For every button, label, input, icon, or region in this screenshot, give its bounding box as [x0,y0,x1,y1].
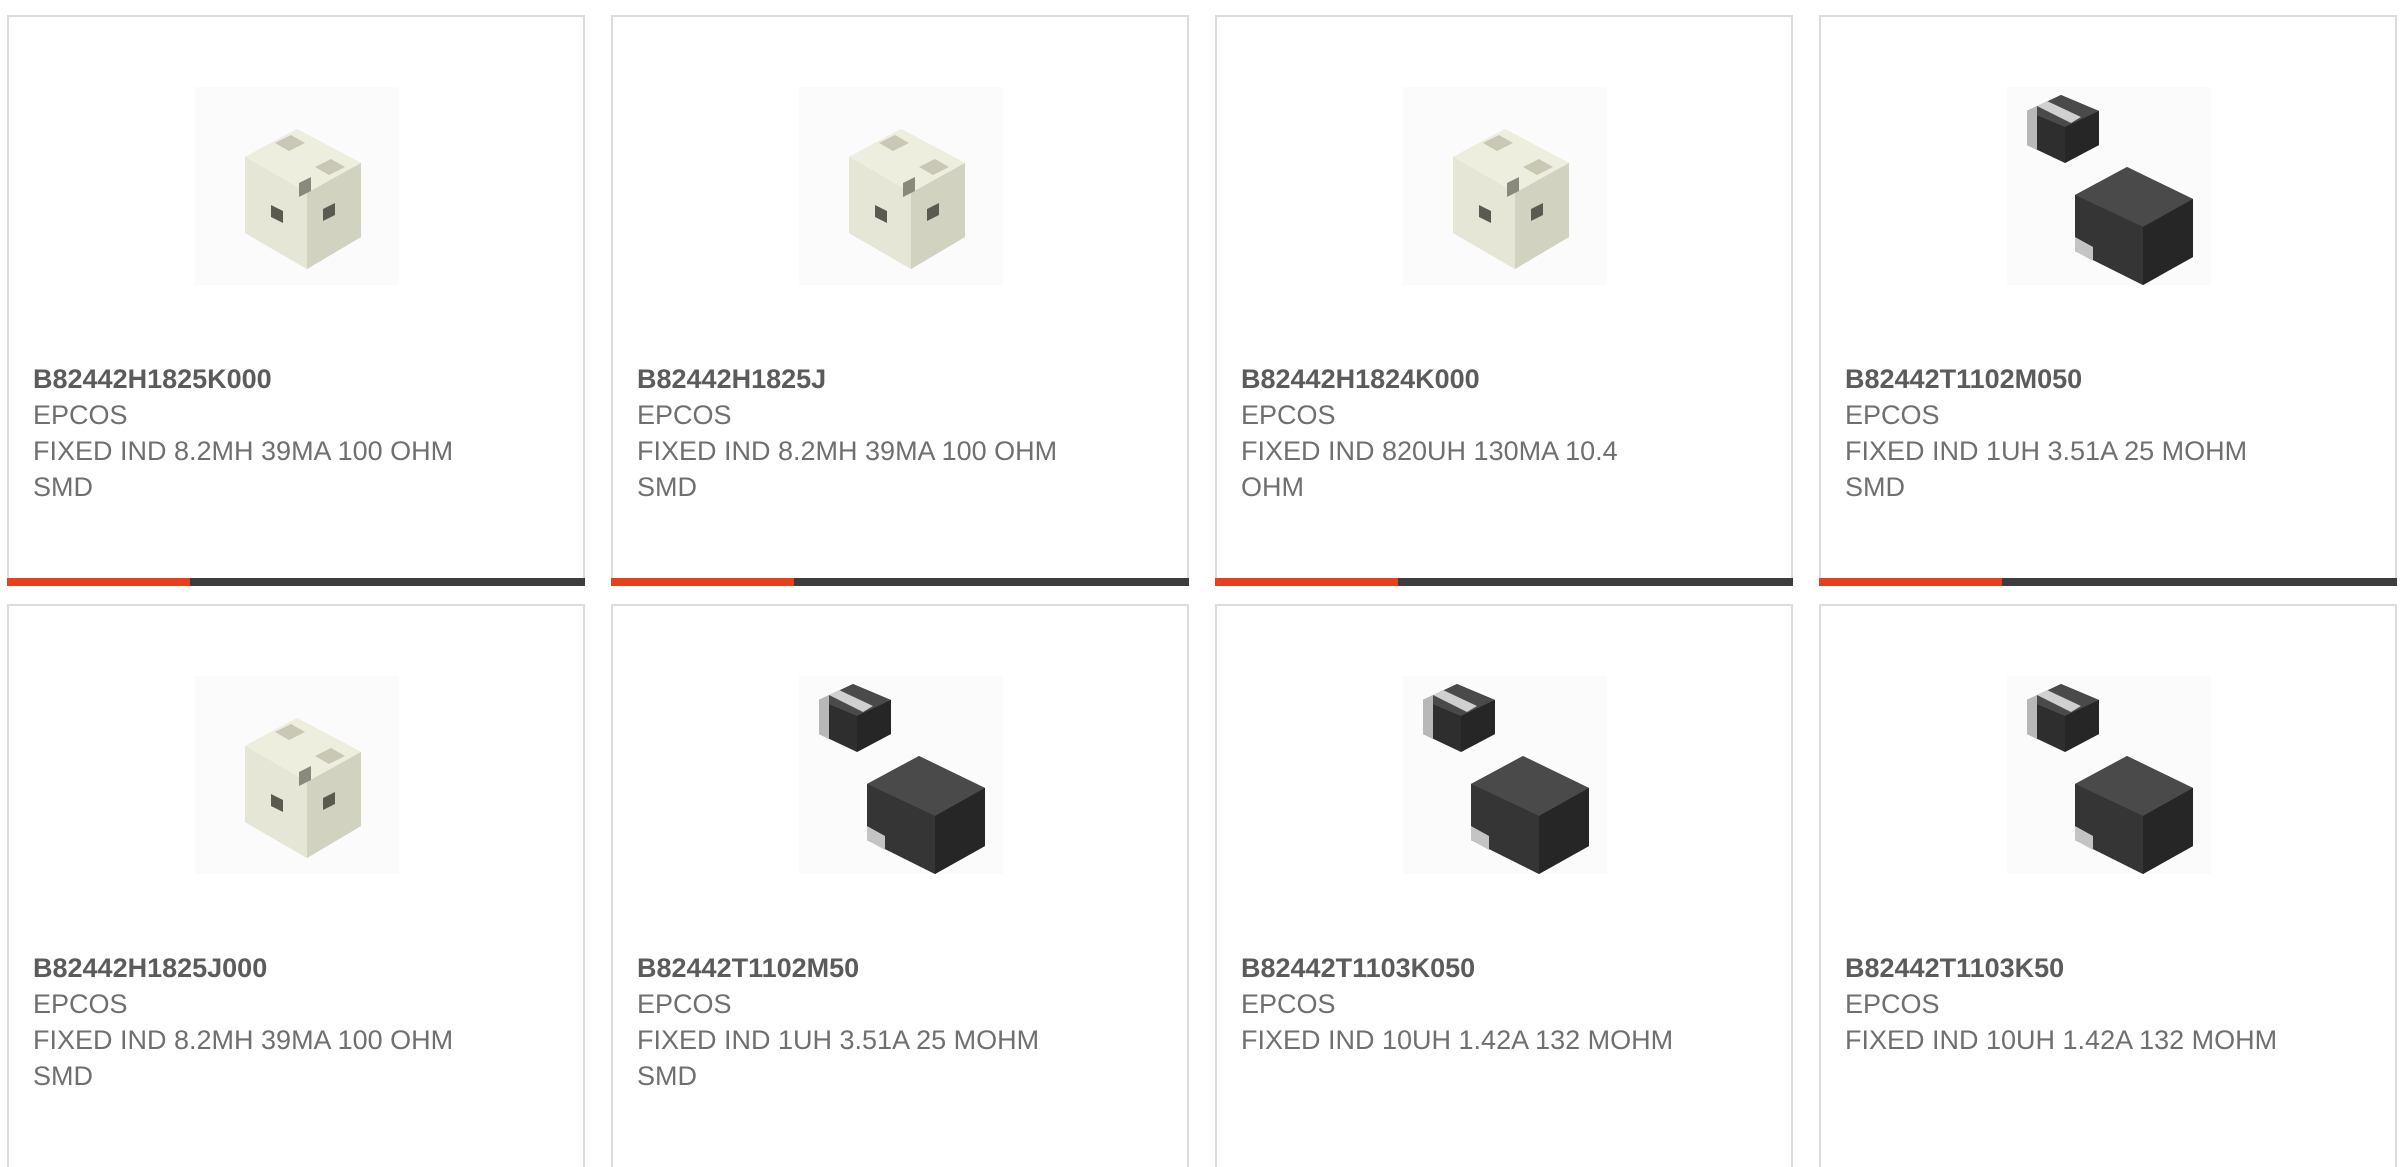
manufacturer: EPCOS [33,989,128,1019]
part-number: B82442H1825K000 [33,364,272,394]
manufacturer: EPCOS [1845,989,1940,1019]
white-inductor-icon [799,87,1003,285]
product-info: B82442T1103K050 EPCOS FIXED IND 10UH 1.4… [1241,950,1681,1058]
description: FIXED IND 1UH 3.51A 25 MOHM SMD [1845,436,2248,502]
black-inductor-icon [1403,676,1607,874]
manufacturer: EPCOS [637,989,732,1019]
description: FIXED IND 10UH 1.42A 132 MOHM [1845,1025,2278,1055]
description: FIXED IND 8.2MH 39MA 100 OHM SMD [33,1025,454,1091]
part-number: B82442T1103K050 [1241,953,1476,983]
white-inductor-icon [195,676,399,874]
card-accent-bar [1819,578,2397,586]
part-number: B82442T1103K50 [1845,953,2065,983]
black-inductor-icon [2007,676,2211,874]
product-info: B82442H1825K000 EPCOS FIXED IND 8.2MH 39… [33,361,473,505]
description: FIXED IND 1UH 3.51A 25 MOHM SMD [637,1025,1040,1091]
manufacturer: EPCOS [33,400,128,430]
product-grid: B82442H1825K000 EPCOS FIXED IND 8.2MH 39… [0,0,2400,1167]
description: FIXED IND 820UH 130MA 10.4 OHM [1241,436,1618,502]
product-info: B82442H1824K000 EPCOS FIXED IND 820UH 13… [1241,361,1681,505]
white-inductor-icon [1403,87,1607,285]
black-inductor-icon [799,676,1003,874]
accent-segment [1215,578,1398,586]
part-number: B82442H1825J [637,364,827,394]
product-card[interactable]: B82442T1103K50 EPCOS FIXED IND 10UH 1.42… [1819,604,2397,1167]
product-card[interactable]: B82442H1824K000 EPCOS FIXED IND 820UH 13… [1215,15,1793,586]
product-info: B82442T1103K50 EPCOS FIXED IND 10UH 1.42… [1845,950,2285,1058]
card-accent-bar [1215,578,1793,586]
product-info: B82442T1102M50 EPCOS FIXED IND 1UH 3.51A… [637,950,1077,1094]
product-card[interactable]: B82442H1825J EPCOS FIXED IND 8.2MH 39MA … [611,15,1189,586]
part-number: B82442H1825J000 [33,953,268,983]
product-card[interactable]: B82442T1103K050 EPCOS FIXED IND 10UH 1.4… [1215,604,1793,1167]
manufacturer: EPCOS [1241,989,1336,1019]
description: FIXED IND 8.2MH 39MA 100 OHM SMD [637,436,1058,502]
product-card[interactable]: B82442T1102M50 EPCOS FIXED IND 1UH 3.51A… [611,604,1189,1167]
black-inductor-icon [2007,87,2211,285]
part-number: B82442T1102M050 [1845,364,2083,394]
product-info: B82442H1825J EPCOS FIXED IND 8.2MH 39MA … [637,361,1077,505]
manufacturer: EPCOS [1845,400,1940,430]
accent-segment [1819,578,2002,586]
product-card[interactable]: B82442H1825J000 EPCOS FIXED IND 8.2MH 39… [7,604,585,1167]
product-info: B82442T1102M050 EPCOS FIXED IND 1UH 3.51… [1845,361,2285,505]
product-info: B82442H1825J000 EPCOS FIXED IND 8.2MH 39… [33,950,473,1094]
accent-segment [611,578,794,586]
accent-segment [7,578,190,586]
product-card[interactable]: B82442H1825K000 EPCOS FIXED IND 8.2MH 39… [7,15,585,586]
product-card[interactable]: B82442T1102M050 EPCOS FIXED IND 1UH 3.51… [1819,15,2397,586]
card-accent-bar [7,578,585,586]
description: FIXED IND 10UH 1.42A 132 MOHM [1241,1025,1674,1055]
manufacturer: EPCOS [1241,400,1336,430]
part-number: B82442T1102M50 [637,953,860,983]
manufacturer: EPCOS [637,400,732,430]
white-inductor-icon [195,87,399,285]
card-accent-bar [611,578,1189,586]
part-number: B82442H1824K000 [1241,364,1480,394]
description: FIXED IND 8.2MH 39MA 100 OHM SMD [33,436,454,502]
